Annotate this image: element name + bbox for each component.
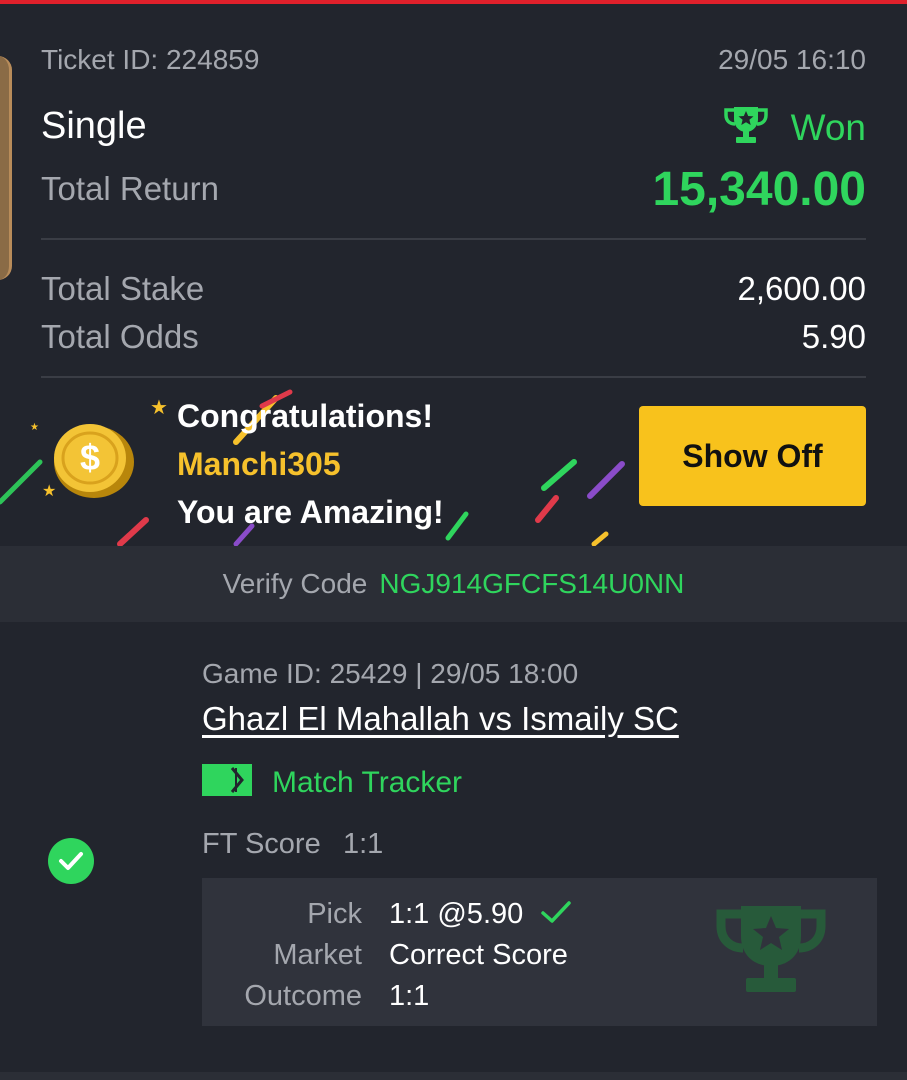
total-return-value: 15,340.00 [652,163,866,216]
bet-type: Single [41,105,147,147]
side-tab [0,56,12,280]
total-odds-label: Total Odds [41,318,199,355]
status-text: Won [790,106,866,148]
total-odds-value: 5.90 [801,318,866,355]
total-return-label: Total Return [41,170,219,207]
verify-code-label: Verify Code [222,568,368,599]
market-value: Correct Score [389,939,568,971]
verify-code-value[interactable]: NGJ914GFCFS14U0NN [379,568,684,600]
dollar-coin-icon: $ [44,414,140,515]
trophy-icon [723,105,769,150]
match-tracker-link[interactable]: Match Tracker [202,764,462,801]
check-circle-icon [48,838,94,884]
checkmark-icon [540,898,572,931]
show-off-button[interactable]: Show Off [639,406,866,506]
username: Manchi305 [177,446,341,482]
selection-card: Game ID: 25429 | 29/05 18:00 Ghazl El Ma… [0,622,907,1072]
total-stake-label: Total Stake [41,270,205,307]
verify-code-row: Verify Code NGJ914GFCFS14U0NN [0,546,907,622]
game-id-line: Game ID: 25429 | 29/05 18:00 [202,658,579,689]
divider [41,238,866,240]
svg-text:★: ★ [150,397,168,419]
ticket-date: 29/05 16:10 [718,44,866,75]
bottom-strip [0,1072,907,1080]
svg-text:★: ★ [30,422,39,433]
coin-symbol: $ [80,437,100,478]
total-stake-value: 2,600.00 [737,270,866,307]
match-link[interactable]: Ghazl El Mahallah vs Ismaily SC [202,700,679,738]
divider [41,376,866,378]
pick-details: Pick 1:1 @5.90 Market Correct Score Outc… [202,878,877,1026]
match-tracker-icon [202,764,252,801]
ft-score-label: FT Score [202,828,321,860]
status-badge: Won [723,105,866,150]
outcome-label: Outcome [244,980,362,1012]
outcome-value: 1:1 [389,980,430,1012]
pick-value: 1:1 @5.90 [389,898,524,930]
match-tracker-label: Match Tracker [272,765,463,799]
market-label: Market [273,939,362,971]
pick-label: Pick [307,898,362,930]
congrats-message: You are Amazing! [177,494,444,530]
ft-score-value: 1:1 [343,828,384,860]
congrats-banner: ★ ★ ★ $ Congratulations! Manchi305 You a… [0,384,907,546]
ticket-id: Ticket ID: 224859 [41,44,260,75]
congrats-heading: Congratulations! [177,398,433,434]
trophy-watermark-icon [712,900,830,1005]
